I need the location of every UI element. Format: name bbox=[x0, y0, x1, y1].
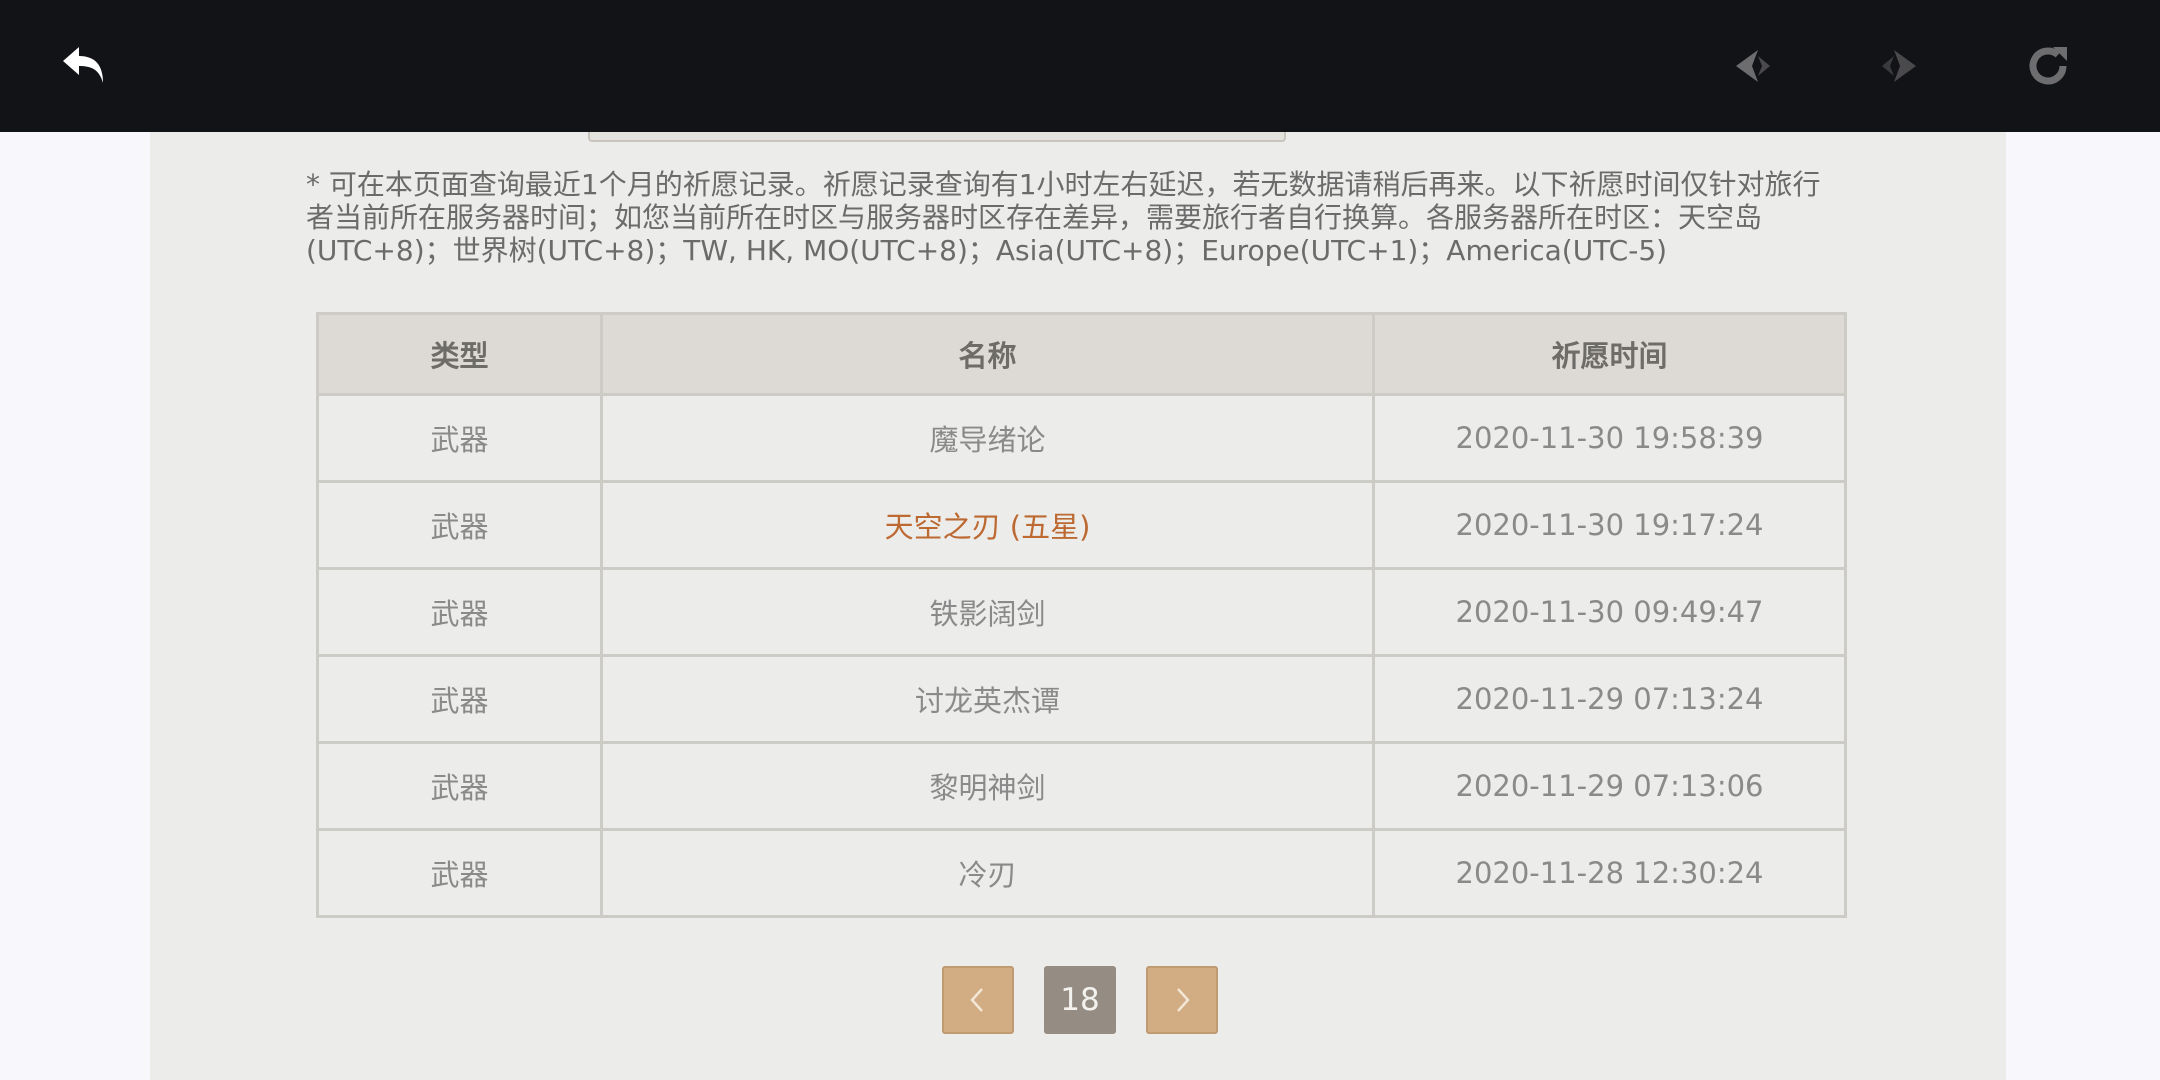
table-row: 武器 天空之刃 (五星) 2020-11-30 19:17:24 bbox=[316, 480, 1847, 570]
current-page-indicator: 18 bbox=[1044, 966, 1116, 1034]
wish-type-selector[interactable] bbox=[588, 132, 1286, 142]
cell-name: 铁影阔剑 bbox=[600, 567, 1375, 657]
cell-name: 讨龙英杰谭 bbox=[600, 654, 1375, 744]
cell-name: 魔导绪论 bbox=[600, 393, 1375, 483]
table-row: 武器 魔导绪论 2020-11-30 19:58:39 bbox=[316, 393, 1847, 483]
navigate-forward-button[interactable] bbox=[1870, 36, 1930, 96]
top-toolbar bbox=[0, 0, 2160, 132]
cell-type: 武器 bbox=[316, 480, 603, 570]
back-button[interactable] bbox=[54, 36, 114, 96]
chevron-right-icon bbox=[1177, 988, 1190, 1012]
cell-type: 武器 bbox=[316, 741, 603, 831]
cell-type: 武器 bbox=[316, 828, 603, 918]
cell-time: 2020-11-29 07:13:06 bbox=[1372, 741, 1847, 831]
cell-type: 武器 bbox=[316, 654, 603, 744]
header-type: 类型 bbox=[316, 312, 603, 396]
reload-icon bbox=[2029, 47, 2067, 85]
navigate-back-icon bbox=[1736, 50, 1770, 82]
cell-name: 冷刃 bbox=[600, 828, 1375, 918]
cell-time: 2020-11-29 07:13:24 bbox=[1372, 654, 1847, 744]
cell-time: 2020-11-28 12:30:24 bbox=[1372, 828, 1847, 918]
previous-page-button[interactable] bbox=[942, 966, 1014, 1034]
cell-name-five-star: 天空之刃 (五星) bbox=[600, 480, 1375, 570]
table-header-row: 类型 名称 祈愿时间 bbox=[316, 312, 1847, 396]
cell-time: 2020-11-30 09:49:47 bbox=[1372, 567, 1847, 657]
chevron-left-icon bbox=[970, 988, 983, 1012]
next-page-button[interactable] bbox=[1146, 966, 1218, 1034]
notice-text: * 可在本页面查询最近1个月的祈愿记录。祈愿记录查询有1小时左右延迟，若无数据请… bbox=[306, 168, 1821, 267]
table-row: 武器 讨龙英杰谭 2020-11-29 07:13:24 bbox=[316, 654, 1847, 744]
cell-time: 2020-11-30 19:17:24 bbox=[1372, 480, 1847, 570]
header-time: 祈愿时间 bbox=[1372, 312, 1847, 396]
cell-name: 黎明神剑 bbox=[600, 741, 1375, 831]
cell-type: 武器 bbox=[316, 567, 603, 657]
table-row: 武器 黎明神剑 2020-11-29 07:13:06 bbox=[316, 741, 1847, 831]
wish-records-table: 类型 名称 祈愿时间 武器 魔导绪论 2020-11-30 19:58:39 武… bbox=[316, 312, 1847, 918]
reload-button[interactable] bbox=[2018, 36, 2078, 96]
table-row: 武器 铁影阔剑 2020-11-30 09:49:47 bbox=[316, 567, 1847, 657]
table-row: 武器 冷刃 2020-11-28 12:30:24 bbox=[316, 828, 1847, 918]
cell-time: 2020-11-30 19:58:39 bbox=[1372, 393, 1847, 483]
back-arrow-icon bbox=[63, 47, 103, 83]
navigate-back-button[interactable] bbox=[1722, 36, 1782, 96]
cell-type: 武器 bbox=[316, 393, 603, 483]
navigate-forward-icon bbox=[1882, 50, 1916, 82]
header-name: 名称 bbox=[600, 312, 1375, 396]
